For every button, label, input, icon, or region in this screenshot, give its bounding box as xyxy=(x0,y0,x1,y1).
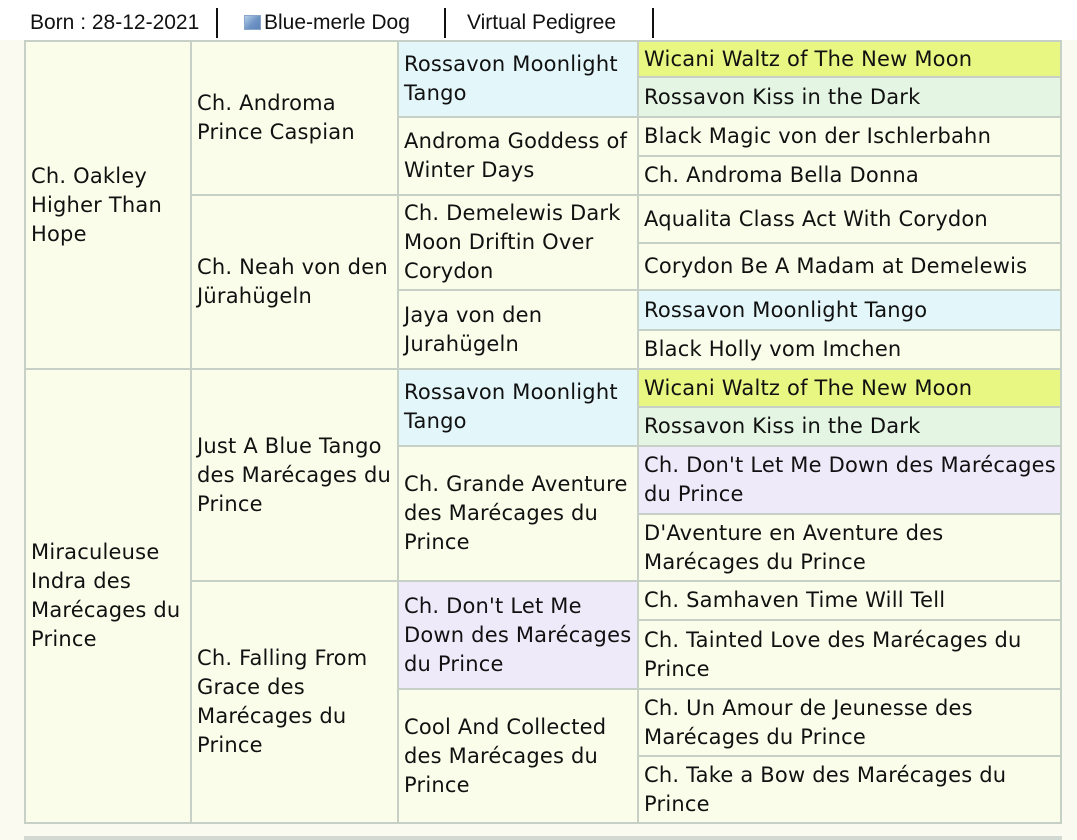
pedigree-great-great-grandparent[interactable]: Corydon Be A Madam at Demelewis xyxy=(637,242,1062,291)
pedigree-great-great-grandparent[interactable]: Ch. Un Amour de Jeunesse des Marécages d… xyxy=(637,688,1062,757)
pedigree-great-great-grandparent[interactable]: Black Magic von der Ischlerbahn xyxy=(637,116,1062,157)
info-separator xyxy=(216,8,218,38)
virtual-pedigree-link[interactable]: Virtual Pedigree xyxy=(467,8,616,38)
dog-name: Ch. Androma Prince Caspian xyxy=(197,91,355,144)
dog-name: Ch. Don't Let Me Down des Marécages du P… xyxy=(404,593,632,676)
pedigree-great-great-grandparent[interactable]: Aqualita Class Act With Corydon xyxy=(637,194,1062,244)
pedigree-great-great-grandparent[interactable]: Ch. Take a Bow des Marécages du Prince xyxy=(637,755,1062,824)
dog-name: D'Aventure en Aventure des Marécages du … xyxy=(644,520,944,574)
dog-name: Rossavon Moonlight Tango xyxy=(404,380,618,433)
dog-name: Corydon Be A Madam at Demelewis xyxy=(644,254,1028,278)
pedigree-table: Ch. Oakley Higher Than Hope Miraculeuse … xyxy=(24,40,1062,824)
dog-name: Rossavon Kiss in the Dark xyxy=(644,414,921,438)
dog-name: Cool And Collected des Marécages du Prin… xyxy=(404,714,607,797)
dog-name: Rossavon Moonlight Tango xyxy=(644,297,928,322)
pedigree-great-great-grandparent[interactable]: Rossavon Kiss in the Dark xyxy=(637,76,1062,118)
pedigree-grandparent[interactable]: Just A Blue Tango des Marécages du Princ… xyxy=(190,368,399,582)
pedigree-great-great-grandparent[interactable]: Ch. Don't Let Me Down des Marécages du P… xyxy=(637,445,1062,515)
pedigree-great-great-grandparent[interactable]: Rossavon Kiss in the Dark xyxy=(637,406,1062,447)
info-separator xyxy=(652,8,654,38)
dog-name: Wicani Waltz of The New Moon xyxy=(644,46,973,71)
pedigree-great-great-grandparent[interactable]: D'Aventure en Aventure des Marécages du … xyxy=(637,513,1062,582)
dog-name: Jaya von den Jurahügeln xyxy=(404,302,543,356)
dog-name: Wicani Waltz of The New Moon xyxy=(644,375,973,400)
bottom-divider xyxy=(24,836,1062,840)
dog-name: Miraculeuse Indra des Marécages du Princ… xyxy=(31,540,181,651)
dog-name: Black Magic von der Ischlerbahn xyxy=(644,124,992,148)
pedigree-great-grandparent[interactable]: Ch. Demelewis Dark Moon Driftin Over Cor… xyxy=(397,194,639,291)
pedigree-great-great-grandparent[interactable]: Ch. Samhaven Time Will Tell xyxy=(637,580,1062,621)
blue-merle-swatch-icon xyxy=(244,15,261,30)
dog-name: Ch. Falling From Grace des Marécages du … xyxy=(197,646,368,757)
pedigree-great-great-grandparent[interactable]: Ch. Androma Bella Donna xyxy=(637,155,1062,196)
dog-name: Just A Blue Tango des Marécages du Princ… xyxy=(197,433,392,516)
pedigree-grandparent[interactable]: Ch. Androma Prince Caspian xyxy=(190,40,399,196)
dog-name: Ch. Neah von den Jürahügeln xyxy=(197,255,388,308)
pedigree-great-great-grandparent[interactable]: Wicani Waltz of The New Moon xyxy=(637,40,1062,78)
dog-name: Rossavon Kiss in the Dark xyxy=(644,84,921,109)
pedigree-dam[interactable]: Miraculeuse Indra des Marécages du Princ… xyxy=(24,368,192,824)
coat-color: Blue-merle Dog xyxy=(244,8,410,38)
dog-name: Ch. Oakley Higher Than Hope xyxy=(31,163,163,246)
dog-name: Ch. Tainted Love des Marécages du Prince xyxy=(644,627,1022,681)
dog-name: Rossavon Moonlight Tango xyxy=(404,52,618,105)
dog-name: Ch. Samhaven Time Will Tell xyxy=(644,588,946,612)
pedigree-great-grandparent[interactable]: Ch. Grande Aventure des Marécages du Pri… xyxy=(397,445,639,582)
dog-name: Ch. Demelewis Dark Moon Driftin Over Cor… xyxy=(404,201,621,283)
pedigree-great-great-grandparent[interactable]: Wicani Waltz of The New Moon xyxy=(637,368,1062,408)
pedigree-great-grandparent[interactable]: Cool And Collected des Marécages du Prin… xyxy=(397,688,639,824)
pedigree-sire[interactable]: Ch. Oakley Higher Than Hope xyxy=(24,40,192,370)
pedigree-great-great-grandparent[interactable]: Black Holly vom Imchen xyxy=(637,329,1062,370)
pedigree-great-grandparent[interactable]: Rossavon Moonlight Tango xyxy=(397,368,639,447)
pedigree-great-grandparent[interactable]: Ch. Don't Let Me Down des Marécages du P… xyxy=(397,580,639,690)
info-separator xyxy=(444,8,446,38)
dog-name: Ch. Take a Bow des Marécages du Prince xyxy=(644,762,1007,816)
pedigree-info-bar: Born : 28-12-2021 Blue-merle Dog Virtual… xyxy=(0,0,1077,40)
coat-color-label: Blue-merle Dog xyxy=(264,11,410,34)
pedigree-great-great-grandparent[interactable]: Ch. Tainted Love des Marécages du Prince xyxy=(637,619,1062,690)
dog-name: Ch. Grande Aventure des Marécages du Pri… xyxy=(404,472,628,554)
pedigree-grandparent[interactable]: Ch. Neah von den Jürahügeln xyxy=(190,194,399,370)
pedigree-grandparent[interactable]: Ch. Falling From Grace des Marécages du … xyxy=(190,580,399,824)
pedigree-great-grandparent[interactable]: Rossavon Moonlight Tango xyxy=(397,40,639,118)
pedigree-great-grandparent[interactable]: Androma Goddess of Winter Days xyxy=(397,116,639,196)
dog-name: Ch. Androma Bella Donna xyxy=(644,163,919,187)
pedigree-great-great-grandparent[interactable]: Rossavon Moonlight Tango xyxy=(637,289,1062,331)
dog-name: Black Holly vom Imchen xyxy=(644,337,902,361)
dog-name: Ch. Un Amour de Jeunesse des Marécages d… xyxy=(644,695,973,749)
dog-name: Ch. Don't Let Me Down des Marécages du P… xyxy=(644,453,1056,506)
dog-name: Aqualita Class Act With Corydon xyxy=(644,206,988,231)
birth-date: Born : 28-12-2021 xyxy=(30,11,200,34)
pedigree-great-grandparent[interactable]: Jaya von den Jurahügeln xyxy=(397,289,639,370)
dog-name: Androma Goddess of Winter Days xyxy=(404,129,628,182)
